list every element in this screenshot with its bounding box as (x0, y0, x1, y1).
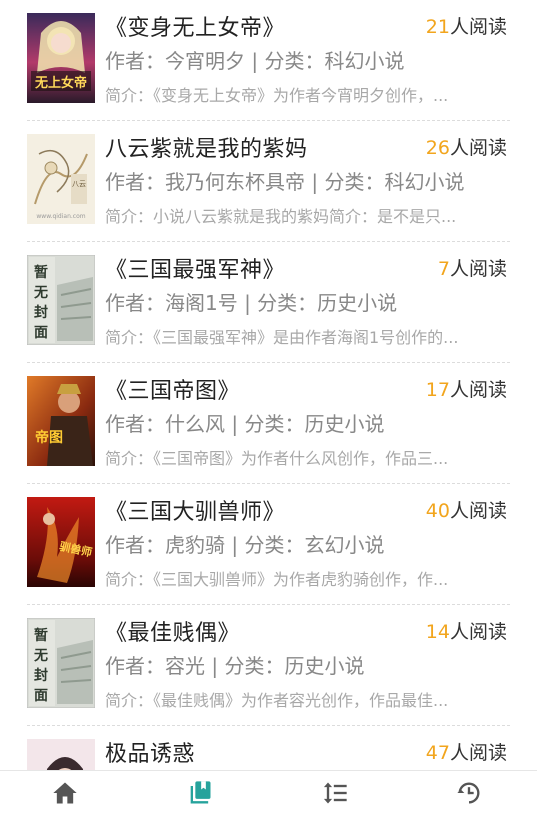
read-count-suffix: 人阅读 (449, 500, 507, 522)
book-item[interactable]: 暂 无 封 面 《最佳贱偶》 14人阅读 作者：容光 | 分类：历史小说 简介：… (0, 605, 537, 726)
book-item[interactable]: 无上女帝 《变身无上女帝》 21人阅读 作者：今宵明夕 | 分类：科幻小说 简介… (0, 0, 537, 121)
book-item[interactable]: 极品诱惑 47人阅读 (0, 726, 537, 771)
book-cover: 驯兽师 (27, 497, 95, 587)
history-icon (457, 782, 480, 804)
home-icon (53, 782, 77, 804)
book-cover (27, 739, 95, 771)
read-count-number: 17 (425, 379, 450, 401)
read-count: 21人阅读 (426, 12, 507, 39)
cover-text: 暂 (34, 264, 48, 281)
read-count: 47人阅读 (426, 738, 507, 765)
read-count: 7人阅读 (438, 254, 507, 281)
tab-history[interactable] (455, 779, 483, 807)
cover-text: 帝图 (35, 429, 63, 446)
book-title: 《变身无上女帝》 (105, 16, 286, 41)
book-list: 无上女帝 《变身无上女帝》 21人阅读 作者：今宵明夕 | 分类：科幻小说 简介… (0, 0, 537, 771)
cover-text: 暂 (34, 627, 48, 644)
book-icon (190, 781, 211, 804)
svg-text:八云: 八云 (72, 180, 86, 188)
book-title: 《三国大驯兽师》 (105, 500, 286, 525)
book-intro: 简介：《三国帝图》为作者什么风创作，作品三... (105, 449, 449, 468)
book-intro: 简介：《三国最强军神》是由作者海阁1号创作的... (105, 328, 459, 347)
read-count-number: 40 (425, 500, 450, 522)
svg-text:www.qidian.com: www.qidian.com (36, 213, 85, 220)
cover-text: 面 (34, 325, 48, 341)
read-count-suffix: 人阅读 (449, 621, 507, 643)
book-intro: 简介：《变身无上女帝》为作者今宵明夕创作，... (105, 86, 449, 105)
read-count-number: 14 (425, 621, 450, 643)
read-count-number: 7 (437, 258, 450, 280)
read-count-suffix: 人阅读 (449, 379, 507, 401)
read-count-number: 26 (425, 137, 450, 159)
book-title: 《最佳贱偶》 (105, 621, 241, 646)
book-item[interactable]: 暂 无 封 面 《三国最强军神》 7人阅读 作者：海阁1号 | 分类：历史小说 … (0, 242, 537, 363)
book-cover: 八云 www.qidian.com (27, 134, 95, 224)
cover-text: 无上女帝 (34, 75, 87, 91)
book-title: 《三国最强军神》 (105, 258, 286, 283)
tab-sort[interactable] (321, 779, 349, 807)
book-meta: 作者：虎豹骑 | 分类：玄幻小说 (105, 533, 385, 557)
cover-text: 封 (34, 304, 48, 321)
read-count-suffix: 人阅读 (449, 137, 507, 159)
book-meta: 作者：我乃何东杯具帝 | 分类：科幻小说 (105, 170, 465, 194)
book-meta: 作者：今宵明夕 | 分类：科幻小说 (105, 49, 405, 73)
read-count-number: 47 (425, 742, 450, 764)
book-title: 《三国帝图》 (105, 379, 241, 404)
cover-text: 无 (33, 648, 48, 664)
book-cover: 暂 无 封 面 (27, 618, 95, 708)
book-title: 极品诱惑 (105, 742, 196, 767)
book-cover: 无上女帝 (27, 13, 95, 103)
tab-home[interactable] (51, 779, 79, 807)
read-count-suffix: 人阅读 (449, 742, 507, 764)
book-item[interactable]: 驯兽师 《三国大驯兽师》 40人阅读 作者：虎豹骑 | 分类：玄幻小说 简介：《… (0, 484, 537, 605)
cover-text: 封 (34, 667, 48, 684)
read-count: 14人阅读 (426, 617, 507, 644)
book-cover: 帝图 (27, 376, 95, 466)
book-intro: 简介：小说八云紫就是我的紫妈简介：是不是只... (105, 207, 457, 226)
bottom-tab-bar (0, 770, 537, 813)
book-meta: 作者：什么风 | 分类：历史小说 (105, 412, 385, 436)
book-title: 八云紫就是我的紫妈 (105, 137, 308, 162)
cover-text: 面 (34, 688, 48, 704)
book-cover: 暂 无 封 面 (27, 255, 95, 345)
book-meta: 作者：海阁1号 | 分类：历史小说 (105, 291, 398, 315)
book-meta: 作者：容光 | 分类：历史小说 (105, 654, 365, 678)
book-item[interactable]: 八云 www.qidian.com 八云紫就是我的紫妈 26人阅读 作者：我乃何… (0, 121, 537, 242)
book-item[interactable]: 帝图 《三国帝图》 17人阅读 作者：什么风 | 分类：历史小说 简介：《三国帝… (0, 363, 537, 484)
read-count: 26人阅读 (426, 133, 507, 160)
book-intro: 简介：《三国大驯兽师》为作者虎豹骑创作，作... (105, 570, 449, 589)
cover-text: 无 (33, 285, 48, 301)
read-count: 40人阅读 (426, 496, 507, 523)
read-count-suffix: 人阅读 (449, 258, 507, 280)
sort-icon (323, 782, 347, 804)
tab-bookshelf[interactable] (186, 779, 214, 807)
read-count: 17人阅读 (426, 375, 507, 402)
read-count-number: 21 (425, 16, 450, 38)
book-intro: 简介：《最佳贱偶》为作者容光创作，作品最佳... (105, 691, 449, 710)
read-count-suffix: 人阅读 (449, 16, 507, 38)
